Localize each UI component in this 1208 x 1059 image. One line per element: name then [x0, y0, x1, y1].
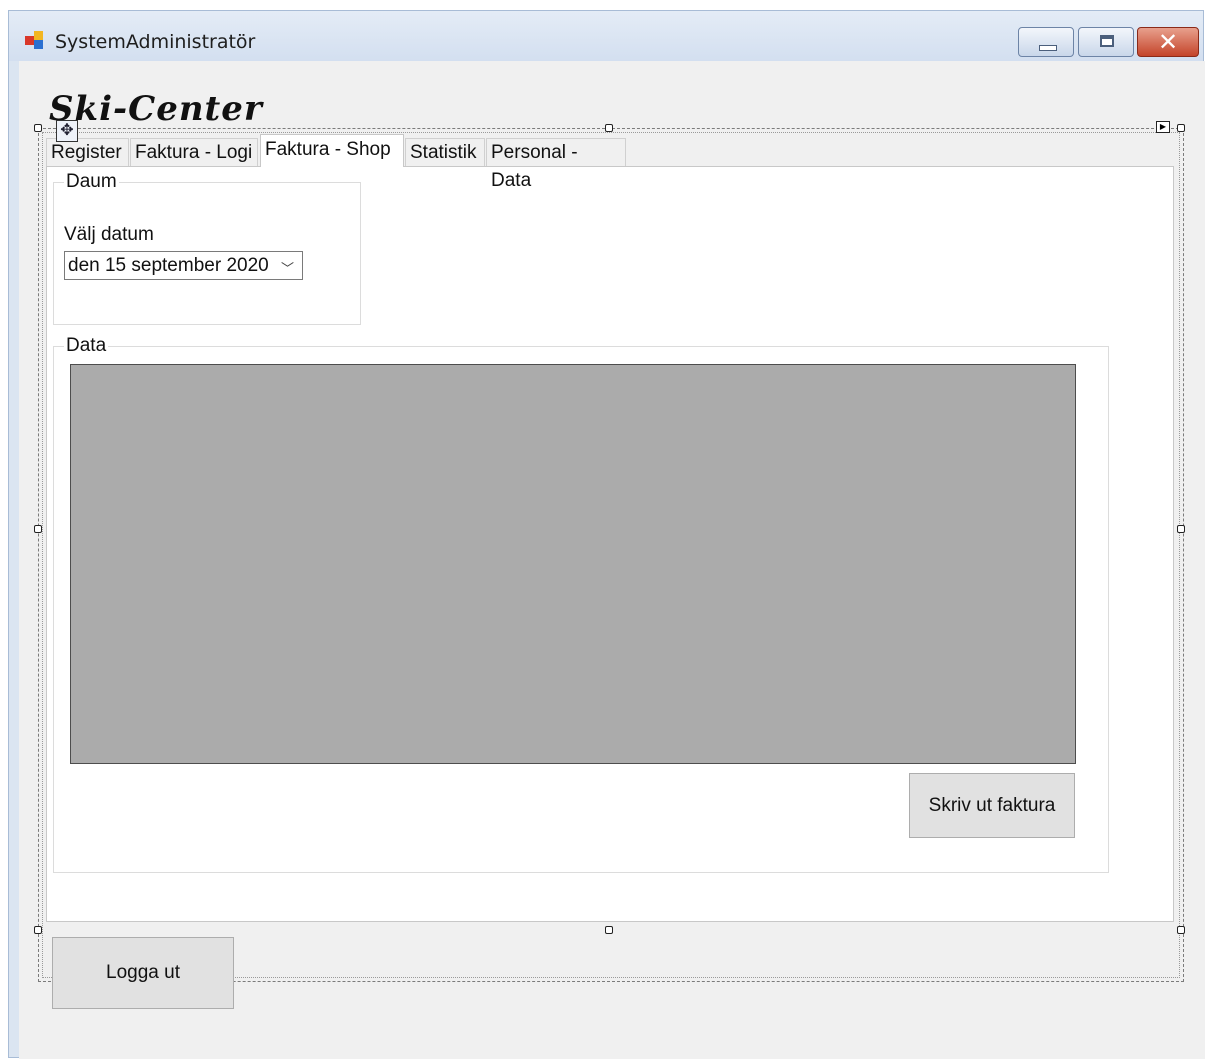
print-invoice-button[interactable]: Skriv ut faktura: [909, 773, 1075, 838]
data-group-title: Data: [64, 335, 109, 357]
ski-center-logo: Ski-Center: [49, 89, 263, 129]
choose-date-label: Välj datum: [64, 224, 154, 245]
close-icon: ✕: [1157, 28, 1179, 56]
resize-handle-bottom-left[interactable]: [34, 926, 42, 934]
date-picker[interactable]: den 15 september 2020 ﹀: [64, 251, 303, 280]
move-icon[interactable]: ✥: [56, 120, 78, 142]
date-picker-value: den 15 september 2020: [68, 255, 269, 276]
minimize-icon: [1039, 45, 1057, 51]
tab-personal-data[interactable]: Personal - Data: [486, 138, 626, 191]
resize-handle-top-right[interactable]: [1177, 124, 1185, 132]
maximize-icon: [1100, 35, 1114, 47]
title-bar[interactable]: SystemAdministratör ✕: [9, 11, 1203, 61]
resize-handle-bottom-right[interactable]: [1177, 926, 1185, 934]
tab-faktura-logi[interactable]: Faktura - Logi: [130, 138, 258, 166]
data-groupbox: Data Skriv ut faktura: [53, 335, 1109, 873]
resize-handle-top[interactable]: [605, 124, 613, 132]
minimize-button[interactable]: [1018, 27, 1074, 57]
logout-button[interactable]: Logga ut: [52, 937, 234, 1009]
tab-statistik[interactable]: Statistik: [405, 138, 485, 166]
date-group-title: Daum: [64, 171, 119, 193]
window-title: SystemAdministratör: [55, 31, 256, 53]
resize-handle-top-left[interactable]: [34, 124, 42, 132]
resize-handle-left[interactable]: [34, 525, 42, 533]
resize-handle-right[interactable]: [1177, 525, 1185, 533]
resize-handle-bottom[interactable]: [605, 926, 613, 934]
tab-faktura-shop[interactable]: Faktura - Shop: [260, 134, 404, 167]
chevron-down-icon[interactable]: ﹀: [281, 258, 294, 277]
smart-tag-arrow-icon[interactable]: ▶: [1156, 121, 1170, 133]
close-button[interactable]: ✕: [1137, 27, 1199, 57]
tab-page-faktura-shop: Daum Välj datum den 15 september 2020 ﹀ …: [46, 166, 1174, 922]
date-groupbox: Daum Välj datum den 15 september 2020 ﹀: [53, 171, 361, 325]
app-window-icon: [25, 31, 45, 51]
tab-register[interactable]: Register: [46, 138, 129, 166]
data-grid-view[interactable]: [70, 364, 1076, 764]
maximize-button[interactable]: [1078, 27, 1134, 57]
